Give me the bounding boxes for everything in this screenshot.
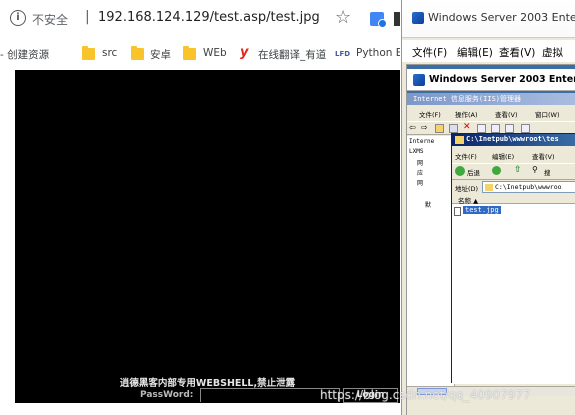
address-value: C:\Inetpub\wwwroo [495, 183, 562, 191]
explorer-toolbar: 后退 ⇧ ⚲ 搜 [452, 163, 575, 178]
window-icon[interactable] [477, 124, 486, 133]
back-label[interactable]: 后退 [467, 167, 480, 177]
iis-menubar: 文件(F) 操作(A) 查看(V) 窗口(W) [407, 106, 575, 120]
vmware-logo-icon [412, 12, 424, 24]
iis-menu-file[interactable]: 文件(F) [419, 109, 441, 119]
forward-arrow-icon[interactable]: ⇨ [421, 123, 430, 132]
vm-menubar: 文件(F) 编辑(E) 查看(V) 虚拟 [402, 40, 575, 62]
tree-item[interactable]: 默 [425, 200, 431, 209]
iis-menu-window[interactable]: 窗口(W) [535, 109, 560, 119]
up-folder-icon[interactable] [435, 124, 444, 133]
column-label: 名称 ▲ [458, 197, 479, 205]
vm-window-title: Windows Server 2003 Enterp [428, 11, 575, 24]
bookmarks-bar: - 创建资源 src 安卓 WEb y 在线翻译_有道 LFD Python E… [0, 42, 400, 68]
password-label: PassWord: [140, 390, 194, 400]
image-file-icon [454, 207, 461, 216]
bookmark-star-icon[interactable]: ☆ [335, 7, 351, 28]
lfd-icon: LFD [335, 50, 351, 58]
folder-icon [455, 136, 464, 144]
security-label[interactable]: 不安全 [32, 11, 68, 28]
iis-manager-window: Internet 信息服务(IIS)管理器 文件(F) 操作(A) 查看(V) … [407, 93, 575, 415]
iis-menu-action[interactable]: 操作(A) [455, 109, 478, 119]
refresh-icon[interactable] [505, 124, 514, 133]
tab-label: Windows Server 2003 Enter... [429, 74, 575, 85]
vm-menu-vm[interactable]: 虚拟 [542, 45, 563, 60]
back-icon[interactable] [455, 166, 465, 176]
watermark: https://blog.csdn.net/qq_40907977 [320, 388, 531, 402]
tree-item[interactable]: LXMS [409, 148, 423, 155]
vm-titlebar[interactable]: Windows Server 2003 Enterp [402, 0, 575, 38]
bookmark-web[interactable]: WEb [203, 47, 227, 59]
address-bar[interactable]: i 不安全 | 192.168.124.129/test.asp/test.jp… [0, 0, 400, 38]
tree-item[interactable]: Interne [409, 138, 434, 145]
address-field[interactable]: C:\Inetpub\wwwroo [482, 181, 575, 193]
bookmark-python[interactable]: Python Ex [356, 47, 400, 59]
vm-menu-view[interactable]: 查看(V) [499, 45, 535, 60]
file-list: 名称 ▲ test.jpg [452, 194, 575, 384]
explorer-titlebar[interactable]: C:\Inetpub\wwwroot\tes [452, 134, 575, 146]
name-column-header[interactable]: 名称 ▲ [452, 194, 575, 205]
youdao-icon: y [240, 45, 249, 60]
iis-titlebar[interactable]: Internet 信息服务(IIS)管理器 [407, 93, 575, 105]
tab-windows-server[interactable]: Windows Server 2003 Enter... [407, 69, 575, 91]
info-icon[interactable]: i [10, 10, 26, 26]
explorer-menubar: 文件(F) 编辑(E) 查看(V) [452, 148, 575, 162]
address-label: 地址(D) [455, 185, 479, 193]
explorer-menu-edit[interactable]: 编辑(E) [492, 151, 514, 161]
delete-icon[interactable]: ✕ [463, 122, 472, 132]
bookmark-create-resource[interactable]: - 创建资源 [0, 47, 49, 62]
page-viewport: 逍德黑客内部专用WEBSHELL,禁止泄露 PassWord: Login [15, 70, 400, 403]
url-text[interactable]: 192.168.124.129/test.asp/test.jpg [98, 10, 320, 25]
iis-menu-view[interactable]: 查看(V) [495, 109, 518, 119]
explorer-address-bar: 地址(D) C:\Inetpub\wwwroo [452, 179, 575, 193]
help-icon[interactable] [521, 124, 530, 133]
vm-window: Windows Server 2003 Enterp 文件(F) 编辑(E) 查… [401, 0, 575, 415]
folder-icon [131, 46, 144, 60]
explorer-title: C:\Inetpub\wwwroot\tes [466, 135, 559, 143]
bookmark-youdao[interactable]: 在线翻译_有道 [258, 47, 326, 62]
explorer-menu-view[interactable]: 查看(V) [532, 151, 555, 161]
bookmark-src[interactable]: src [102, 47, 117, 59]
search-icon[interactable]: ⚲ [532, 165, 541, 174]
tree-item[interactable]: 网 [417, 158, 423, 167]
webshell-title: 逍德黑客内部专用WEBSHELL,禁止泄露 [119, 378, 296, 389]
iis-tree: Interne LXMS 网 应 网 默 [407, 136, 455, 386]
vm-tab-icon [413, 74, 425, 86]
vm-menu-file[interactable]: 文件(F) [412, 45, 447, 60]
separator: | [85, 9, 90, 25]
export-icon[interactable] [491, 124, 500, 133]
vm-menu-edit[interactable]: 编辑(E) [457, 45, 493, 60]
browser-window: i 不安全 | 192.168.124.129/test.asp/test.jp… [0, 0, 400, 415]
file-name[interactable]: test.jpg [463, 206, 501, 214]
extension-icon[interactable] [394, 12, 400, 26]
tree-item[interactable]: 应 [417, 168, 423, 177]
folder-icon [82, 46, 95, 60]
translate-extension-icon[interactable] [370, 12, 387, 28]
explorer-menu-file[interactable]: 文件(F) [455, 151, 477, 161]
iis-title: Internet 信息服务(IIS)管理器 [413, 95, 522, 103]
up-icon[interactable]: ⇧ [514, 165, 523, 175]
forward-icon[interactable] [492, 166, 501, 175]
password-input[interactable] [200, 388, 340, 402]
tree-item[interactable]: 网 [417, 178, 423, 187]
explorer-window: C:\Inetpub\wwwroot\tes 文件(F) 编辑(E) 查看(V)… [451, 133, 575, 384]
search-label[interactable]: 搜 [544, 167, 551, 177]
folder-icon [183, 46, 196, 60]
bookmark-android[interactable]: 安卓 [150, 47, 171, 62]
back-arrow-icon[interactable]: ⇦ [409, 123, 418, 132]
properties-icon[interactable] [449, 124, 458, 133]
folder-icon [485, 184, 493, 191]
vm-screen[interactable]: Windows Server 2003 Enter... Internet 信息… [406, 64, 575, 415]
